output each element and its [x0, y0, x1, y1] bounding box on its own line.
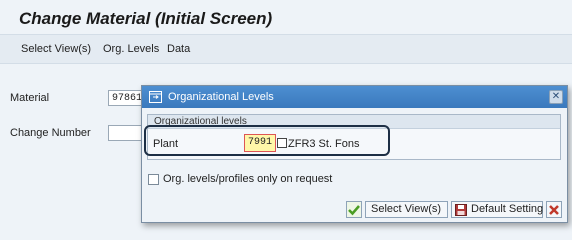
page-title: Change Material (Initial Screen) [19, 9, 273, 28]
plant-label: Plant [153, 138, 179, 150]
title-bar: Change Material (Initial Screen) [0, 0, 572, 34]
default-setting-label: Default Setting [471, 203, 544, 215]
plant-input[interactable]: 7991 [244, 134, 276, 152]
menu-org-levels[interactable]: Org. Levels [103, 43, 159, 55]
menu-data[interactable]: Data [167, 43, 190, 55]
select-views-button[interactable]: Select View(s) [365, 201, 448, 218]
org-levels-checkbox[interactable] [148, 174, 159, 185]
checkbox-label: Org. levels/profiles only on request [163, 173, 333, 185]
change-number-label: Change Number [10, 127, 91, 139]
confirm-button[interactable] [346, 201, 362, 218]
plant-description: ZFR3 St. Fons [288, 138, 360, 150]
default-setting-button[interactable]: Default Setting [451, 201, 543, 218]
select-views-label: Select View(s) [371, 203, 442, 215]
menu-select-views[interactable]: Select View(s) [21, 43, 91, 55]
material-label: Material [10, 92, 50, 104]
save-icon [455, 204, 467, 216]
org-levels-dialog: Organizational Levels ✕ Organizational l… [141, 85, 568, 223]
search-help-icon[interactable] [277, 138, 287, 148]
dialog-header: Organizational Levels ✕ [142, 86, 567, 108]
dialog-title: Organizational Levels [168, 91, 274, 103]
menu-bar: Select View(s) Org. Levels Data [0, 34, 572, 64]
close-icon[interactable]: ✕ [549, 90, 563, 104]
dialog-window-icon [149, 91, 162, 103]
cancel-icon [549, 205, 559, 215]
checkmark-icon [348, 205, 360, 216]
cancel-button[interactable] [546, 201, 562, 218]
